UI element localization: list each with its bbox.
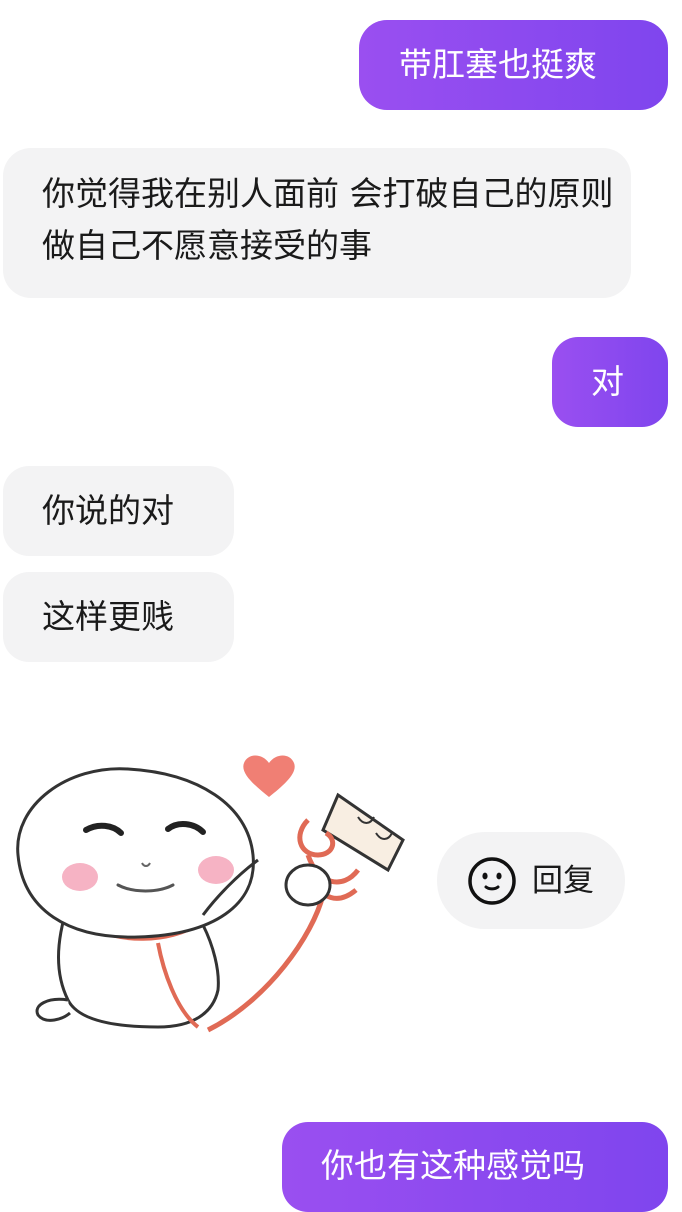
incoming-message[interactable]: 你觉得我在别人面前 会打破自己的原则 做自己不愿意接受的事: [3, 148, 631, 298]
reply-button[interactable]: 回复: [437, 832, 625, 929]
cartoon-sticker-icon[interactable]: [8, 745, 428, 1045]
incoming-message[interactable]: 你说的对: [3, 466, 234, 556]
smiley-face-icon: [468, 856, 516, 905]
outgoing-message[interactable]: 带肛塞也挺爽: [359, 20, 668, 110]
incoming-message[interactable]: 这样更贱: [3, 572, 234, 662]
outgoing-message[interactable]: 你也有这种感觉吗: [282, 1122, 668, 1212]
reply-label: 回复: [532, 862, 594, 899]
heart-icon: [243, 755, 295, 797]
outgoing-message[interactable]: 对: [552, 337, 668, 427]
